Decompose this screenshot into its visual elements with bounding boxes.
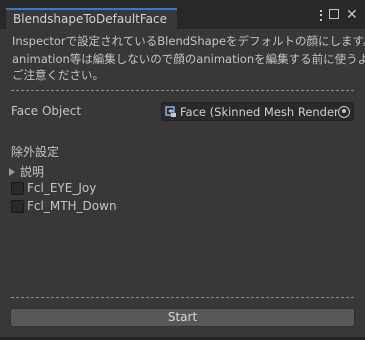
description-line-1: Inspectorで設定されているBlendShapeをデフォルトの顔にします。 bbox=[12, 34, 365, 48]
foldout-arrow-icon bbox=[9, 167, 15, 176]
title-bar: BlendshapeToDefaultFace ✕ bbox=[0, 0, 365, 29]
start-button[interactable]: Start bbox=[10, 308, 355, 327]
description-foldout[interactable]: 説明 bbox=[9, 163, 44, 180]
face-object-value: Face (Skinned Mesh Renderer) bbox=[180, 104, 338, 119]
object-picker-icon[interactable] bbox=[338, 105, 350, 118]
exclusion-header: 除外設定 bbox=[11, 145, 60, 159]
face-object-label: Face Object bbox=[11, 104, 82, 118]
editor-window: BlendshapeToDefaultFace ✕ Inspectorで設定され… bbox=[0, 0, 365, 340]
description-line-3: ご注意ください。 bbox=[12, 68, 104, 82]
skinned-mesh-renderer-icon bbox=[165, 105, 176, 117]
exclusion-toggle-eye-joy[interactable]: Fcl_EYE_Joy bbox=[11, 181, 96, 195]
checkbox[interactable] bbox=[11, 199, 24, 213]
exclusion-toggle-mth-down[interactable]: Fcl_MTH_Down bbox=[11, 199, 117, 213]
separator bbox=[11, 90, 354, 91]
separator bbox=[11, 297, 354, 298]
window-controls: ✕ bbox=[318, 8, 358, 22]
close-icon[interactable]: ✕ bbox=[346, 8, 358, 22]
face-object-field[interactable]: Face (Skinned Mesh Renderer) bbox=[161, 102, 354, 121]
toggle-label: Fcl_MTH_Down bbox=[27, 199, 117, 213]
maximize-icon[interactable] bbox=[329, 9, 340, 21]
description-line-2: animation等は編集しないので顔のanimationを編集する前に使うよう bbox=[12, 52, 365, 66]
foldout-label: 説明 bbox=[20, 165, 45, 179]
window-tab[interactable]: BlendshapeToDefaultFace bbox=[6, 8, 177, 29]
checkbox[interactable] bbox=[11, 181, 24, 195]
toggle-label: Fcl_EYE_Joy bbox=[27, 181, 97, 195]
kebab-menu-icon[interactable] bbox=[318, 9, 323, 21]
